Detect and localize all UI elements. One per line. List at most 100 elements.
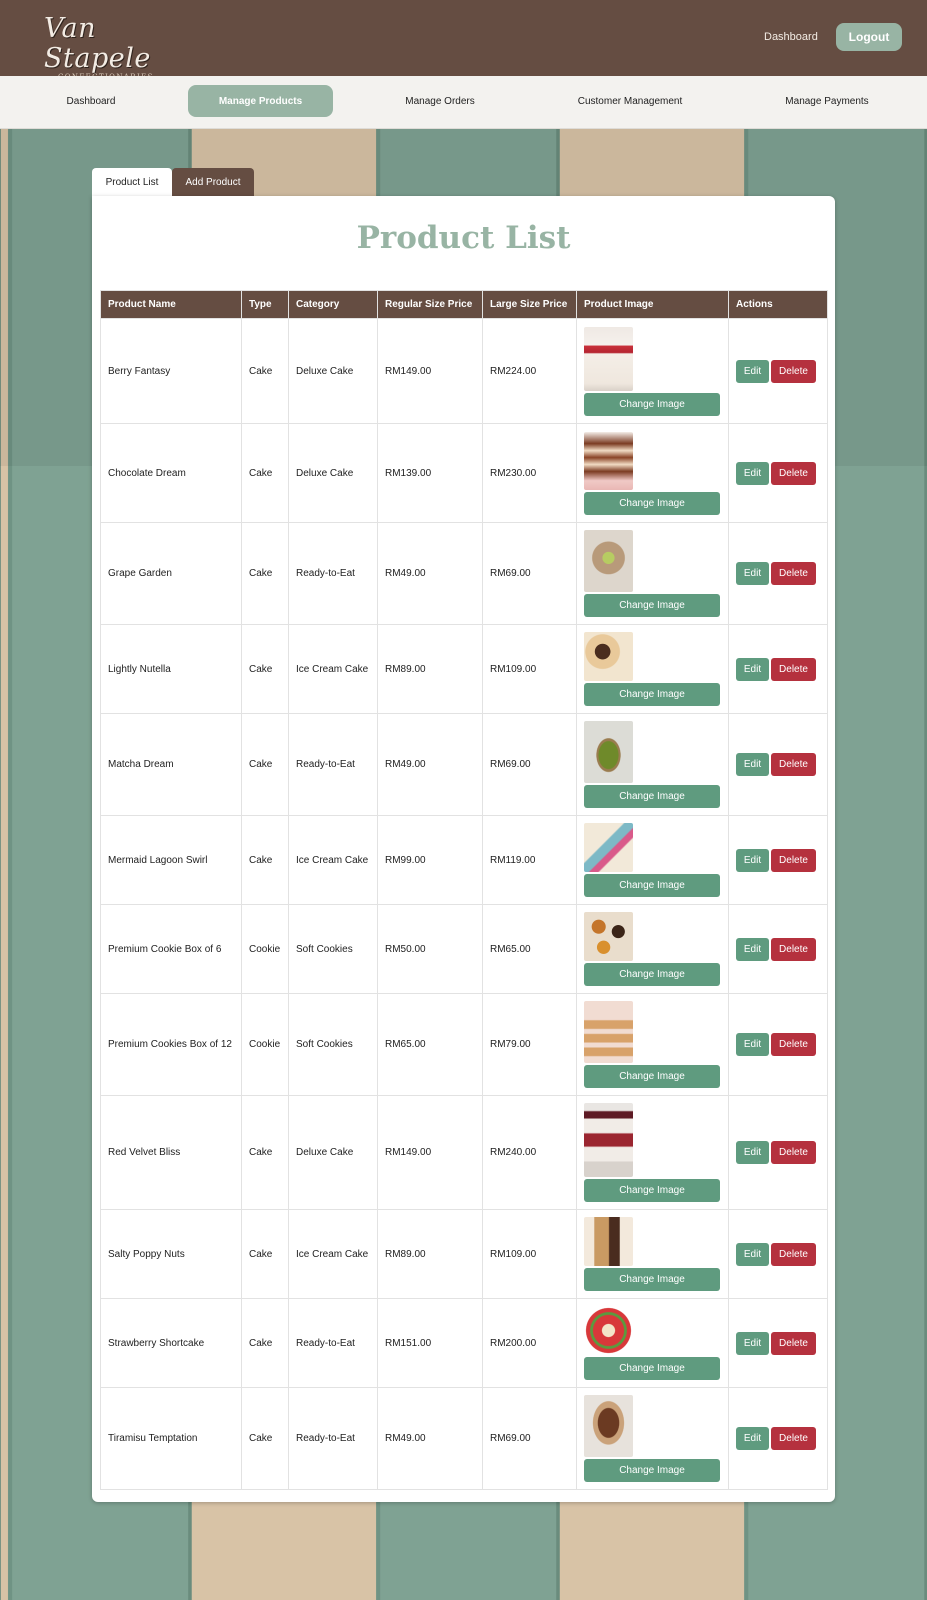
actions-cell: Edit Delete [728, 1209, 828, 1299]
nav-manage-payments[interactable]: Manage Payments [762, 85, 892, 117]
edit-button[interactable]: Edit [736, 1242, 769, 1266]
change-image-button[interactable]: Change Image [584, 1459, 720, 1482]
product-image-cell: Change Image [576, 1209, 729, 1299]
delete-button[interactable]: Delete [771, 1141, 816, 1164]
actions-cell: Edit Delete [728, 318, 828, 424]
actions-cell: Edit Delete [728, 423, 828, 523]
table-row: Strawberry Shortcake Cake Ready-to-Eat RM15… [100, 1298, 828, 1388]
column-header-actions: Actions [728, 290, 828, 319]
product-thumbnail [584, 1103, 633, 1177]
brand-logo[interactable]: Van Stapele CONFECTIONARIES [44, 14, 164, 82]
product-image-cell: Change Image [576, 993, 729, 1096]
product-thumbnail [584, 431, 633, 490]
edit-button[interactable]: Edit [736, 1141, 769, 1164]
regular-size-price: RM149.00 [377, 1095, 483, 1210]
regular-size-price: RM49.00 [377, 1387, 483, 1490]
actions-cell: Edit Delete [728, 993, 828, 1096]
product-category: Ice Cream Cake [288, 624, 378, 714]
delete-button[interactable]: Delete [771, 1242, 816, 1266]
product-type: Cake [241, 522, 289, 625]
product-image-cell: Change Image [576, 423, 729, 523]
product-category: Soft Cookies [288, 904, 378, 994]
delete-button[interactable]: Delete [771, 1033, 816, 1056]
large-size-price: RM224.00 [482, 318, 577, 424]
column-header-type: Type [241, 290, 289, 319]
page-title: Product List [356, 220, 571, 256]
edit-button[interactable]: Edit [736, 753, 769, 776]
change-image-button[interactable]: Change Image [584, 683, 720, 706]
nav-manage-products[interactable]: Manage Products [188, 85, 333, 117]
actions-cell: Edit Delete [728, 713, 828, 816]
column-header-large-price: Large Size Price [482, 290, 577, 319]
change-image-button[interactable]: Change Image [584, 1065, 720, 1088]
regular-size-price: RM151.00 [377, 1298, 483, 1388]
edit-button[interactable]: Edit [736, 1331, 769, 1355]
delete-button[interactable]: Delete [771, 753, 816, 776]
product-thumbnail [584, 1001, 633, 1063]
product-list-card: Product List Product Name Type Category … [92, 196, 835, 1502]
change-image-button[interactable]: Change Image [584, 785, 720, 808]
change-image-button[interactable]: Change Image [584, 491, 720, 515]
actions-cell: Edit Delete [728, 522, 828, 625]
table-row: Berry Fantasy Cake Deluxe Cake RM149.00 RM22… [100, 318, 828, 424]
product-thumbnail [584, 823, 633, 872]
tab-add-product[interactable]: Add Product [172, 168, 254, 196]
column-header-product-name: Product Name [100, 290, 242, 319]
delete-button[interactable]: Delete [771, 359, 816, 383]
delete-button[interactable]: Delete [771, 461, 816, 485]
product-image-cell: Change Image [576, 904, 729, 994]
logout-button[interactable]: Logout [836, 23, 902, 51]
table-row: Matcha Dream Cake Ready-to-Eat RM49.00 RM69.… [100, 713, 828, 816]
table-row: Chocolate Dream Cake Deluxe Cake RM139.00 RM… [100, 423, 828, 523]
edit-button[interactable]: Edit [736, 937, 769, 961]
change-image-button[interactable]: Change Image [584, 963, 720, 986]
product-type: Cake [241, 1095, 289, 1210]
change-image-button[interactable]: Change Image [584, 1179, 720, 1202]
table-row: Salty Poppy Nuts Cake Ice Cream Cake RM89.0… [100, 1209, 828, 1299]
delete-button[interactable]: Delete [771, 1331, 816, 1355]
table-row: Red Velvet Bliss Cake Deluxe Cake RM149.00 R… [100, 1095, 828, 1210]
edit-button[interactable]: Edit [736, 1427, 769, 1450]
product-category: Deluxe Cake [288, 423, 378, 523]
edit-button[interactable]: Edit [736, 461, 769, 485]
delete-button[interactable]: Delete [771, 1427, 816, 1450]
change-image-button[interactable]: Change Image [584, 874, 720, 897]
nav-dashboard[interactable]: Dashboard [36, 85, 146, 117]
product-name: Lightly Nutella [100, 624, 242, 714]
large-size-price: RM69.00 [482, 522, 577, 625]
product-image-cell: Change Image [576, 318, 729, 424]
edit-button[interactable]: Edit [736, 562, 769, 585]
actions-cell: Edit Delete [728, 1298, 828, 1388]
nav-customer-management[interactable]: Customer Management [560, 85, 700, 117]
delete-button[interactable]: Delete [771, 657, 816, 681]
actions-cell: Edit Delete [728, 1387, 828, 1490]
change-image-button[interactable]: Change Image [584, 392, 720, 416]
column-header-category: Category [288, 290, 378, 319]
change-image-button[interactable]: Change Image [584, 1268, 720, 1291]
column-header-product-image: Product Image [576, 290, 729, 319]
large-size-price: RM109.00 [482, 624, 577, 714]
delete-button[interactable]: Delete [771, 848, 816, 872]
delete-button[interactable]: Delete [771, 562, 816, 585]
product-image-cell: Change Image [576, 522, 729, 625]
change-image-button[interactable]: Change Image [584, 594, 720, 617]
product-type: Cookie [241, 904, 289, 994]
edit-button[interactable]: Edit [736, 1033, 769, 1056]
nav-manage-orders[interactable]: Manage Orders [380, 85, 500, 117]
product-image-cell: Change Image [576, 815, 729, 905]
change-image-button[interactable]: Change Image [584, 1357, 720, 1380]
edit-button[interactable]: Edit [736, 359, 769, 383]
product-category: Ready-to-Eat [288, 1387, 378, 1490]
product-image-cell: Change Image [576, 713, 729, 816]
tab-product-list[interactable]: Product List [92, 168, 172, 196]
large-size-price: RM109.00 [482, 1209, 577, 1299]
product-thumbnail [584, 632, 633, 681]
product-type: Cake [241, 1298, 289, 1388]
edit-button[interactable]: Edit [736, 657, 769, 681]
product-type: Cake [241, 624, 289, 714]
product-thumbnail [584, 326, 633, 391]
edit-button[interactable]: Edit [736, 848, 769, 872]
regular-size-price: RM139.00 [377, 423, 483, 523]
delete-button[interactable]: Delete [771, 937, 816, 961]
header-dashboard-link[interactable]: Dashboard [764, 31, 818, 43]
